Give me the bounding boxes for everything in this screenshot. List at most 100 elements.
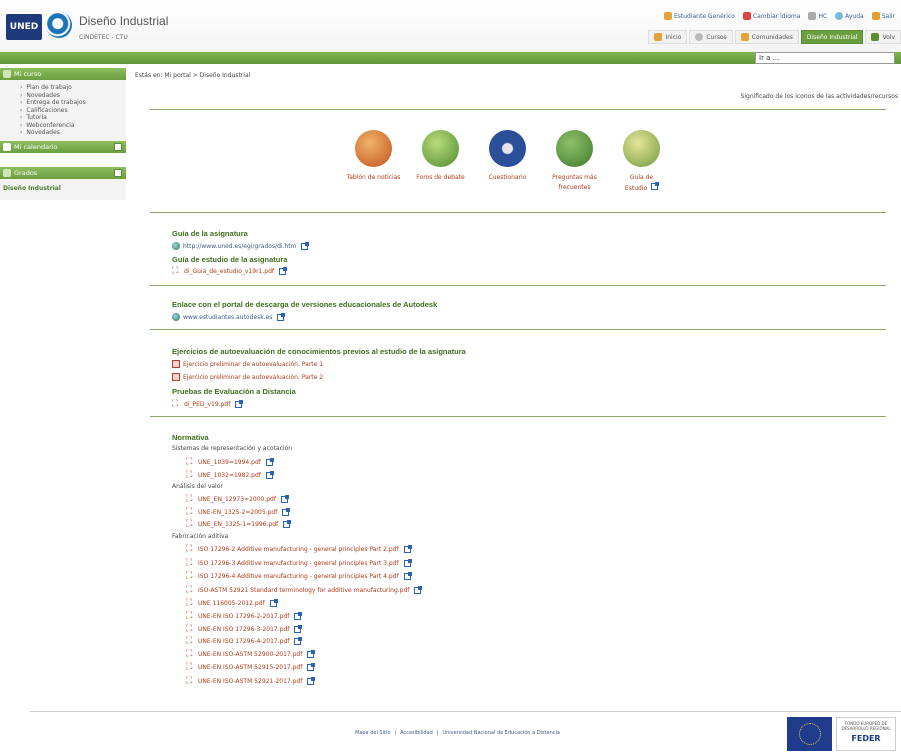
exit-icon bbox=[871, 12, 880, 20]
back-icon bbox=[871, 33, 880, 41]
tool-forum[interactable]: Foros de debate bbox=[407, 130, 474, 194]
normativa-file[interactable]: ⛶ UNE-EN ISO-ASTM 52915-2017.pdf bbox=[186, 662, 316, 672]
globe-icon bbox=[172, 242, 180, 250]
help-link[interactable]: Ayuda bbox=[835, 12, 864, 20]
forum-icon bbox=[422, 130, 459, 167]
mi-curso-header[interactable]: Mi curso bbox=[0, 68, 126, 80]
external-link-icon bbox=[403, 558, 412, 567]
grados-block: Grados Diseño Industrial bbox=[0, 166, 126, 200]
guia-estudio-file[interactable]: ⛶ di_Guia_de_estudio_v19r1.pdf bbox=[172, 266, 287, 276]
goto-select[interactable]: Ir a ... bbox=[755, 52, 895, 64]
mi-calendario-header[interactable]: Mi calendario bbox=[0, 140, 126, 153]
footer-separator: | bbox=[394, 730, 397, 736]
subhead-analisis: Análisis del valor bbox=[172, 483, 223, 490]
normativa-file[interactable]: ⛶ UNE-EN ISO-ASTM 52921-2017.pdf bbox=[186, 676, 316, 686]
document-icon bbox=[172, 360, 180, 368]
user-link[interactable]: Estudiante Genérico bbox=[663, 12, 735, 20]
normativa-file[interactable]: ⛶ UNE-EN ISO 17296-2-2017.pdf bbox=[186, 611, 303, 621]
ejercicio-1[interactable]: Ejercicio preliminar de autoevaluación. … bbox=[172, 360, 323, 368]
autodesk-link[interactable]: www.estudiantes.autodesk.es bbox=[172, 312, 286, 321]
faq-icon bbox=[556, 130, 593, 167]
subhead-representacion: Sistemas de representación y acotación bbox=[172, 445, 293, 452]
pdf-icon: ⛶ bbox=[186, 598, 193, 608]
flag-icon bbox=[742, 12, 751, 20]
external-link-icon bbox=[301, 241, 310, 250]
site-subtitle: CINDETEC - CTU bbox=[79, 34, 128, 41]
external-link-icon bbox=[265, 457, 274, 466]
pdf-icon: ⛶ bbox=[186, 494, 193, 504]
normativa-file[interactable]: ⛶ UNE 116005-2012.pdf bbox=[186, 598, 278, 608]
grados-header[interactable]: Grados bbox=[0, 166, 126, 179]
normativa-file[interactable]: ⛶ UNE_EN_1325-1=1996.pdf bbox=[186, 519, 292, 529]
mi-curso-list: Plan de trabajo Novedades Entrega de tra… bbox=[0, 80, 126, 141]
normativa-file[interactable]: ⛶ UNE-EN ISO-ASTM 52900-2017.pdf bbox=[186, 649, 316, 659]
pdf-icon: ⛶ bbox=[186, 649, 193, 659]
icons-meaning-link[interactable]: Significado de los iconos de las activid… bbox=[741, 93, 898, 100]
tool-study-guide[interactable]: Guía de Estudio bbox=[608, 130, 675, 194]
pdf-icon: ⛶ bbox=[172, 266, 179, 276]
sidebar-item-webconferencia[interactable]: Webconferencia bbox=[20, 122, 126, 130]
tool-news[interactable]: Tablón de noticias bbox=[340, 130, 407, 194]
tool-quiz[interactable]: Cuestionario bbox=[474, 130, 541, 194]
normativa-file[interactable]: ⛶ ISO 17296-4 Additive manufacturing - ge… bbox=[186, 571, 412, 581]
uned-logo[interactable]: UNED bbox=[6, 14, 42, 40]
calendar-icon bbox=[3, 142, 11, 151]
tab-volver[interactable]: Volv bbox=[865, 30, 901, 44]
news-board-icon bbox=[355, 130, 392, 167]
normativa-file[interactable]: ⛶ UNE_EN_12973=2000.pdf bbox=[186, 494, 289, 504]
sidebar-item-plan[interactable]: Plan de trabajo bbox=[20, 84, 126, 92]
guia-link[interactable]: http://www.uned.es/egi/grados/di.htm bbox=[172, 241, 310, 250]
pdf-icon: ⛶ bbox=[186, 519, 193, 529]
ejercicio-2[interactable]: Ejercicio preliminar de autoevaluación. … bbox=[172, 373, 323, 381]
tool-faq[interactable]: Preguntas más frecuentes bbox=[541, 130, 608, 194]
section-autodesk-title: Enlace con el portal de descarga de vers… bbox=[172, 300, 438, 309]
tab-cursos[interactable]: Cursos bbox=[689, 30, 733, 44]
sidebar: Mi curso Plan de trabajo Novedades Entre… bbox=[0, 68, 126, 210]
collapse-icon[interactable] bbox=[114, 168, 122, 177]
hc-link[interactable]: HC bbox=[808, 12, 827, 20]
tab-inicio[interactable]: Inicio bbox=[648, 30, 688, 44]
normativa-file[interactable]: ⛶ UNE-EN ISO 17296-4-2017.pdf bbox=[186, 636, 303, 646]
header: UNED Diseño Industrial CINDETEC - CTU Es… bbox=[0, 0, 901, 52]
language-link[interactable]: Cambiar idioma bbox=[742, 12, 800, 20]
external-link-icon bbox=[277, 312, 286, 321]
footer-link-mapa[interactable]: Mapa del Sitio bbox=[355, 730, 390, 736]
pdf-icon: ⛶ bbox=[186, 470, 193, 480]
tab-diseno-industrial[interactable]: Diseño Industrial bbox=[800, 30, 864, 44]
external-link-icon bbox=[294, 611, 303, 620]
normativa-file[interactable]: ⛶ ISO-ASTM 52921 Standard terminology for… bbox=[186, 585, 423, 595]
external-link-icon bbox=[279, 266, 287, 275]
sidebar-item-entrega[interactable]: Entrega de trabajos bbox=[20, 99, 126, 107]
tab-comunidades[interactable]: Comunidades bbox=[734, 30, 799, 44]
divider bbox=[150, 109, 886, 110]
mi-curso-block: Mi curso Plan de trabajo Novedades Entre… bbox=[0, 68, 126, 153]
normativa-file[interactable]: ⛶ UNE-EN_1325-2=2005.pdf bbox=[186, 507, 291, 517]
sidebar-item-tutoria[interactable]: Tutoría bbox=[20, 114, 126, 122]
sidebar-item-calificaciones[interactable]: Calificaciones bbox=[20, 107, 126, 115]
pruebas-file[interactable]: ⛶ di_PED_v19.pdf bbox=[172, 399, 244, 409]
normativa-file[interactable]: ⛶ UNE-EN ISO 17296-3-2017.pdf bbox=[186, 624, 303, 634]
normativa-file[interactable]: ⛶ ISO 17296-2 Additive manufacturing - ge… bbox=[186, 544, 412, 554]
sidebar-item-novedades-2[interactable]: Novedades bbox=[20, 129, 126, 137]
logout-link[interactable]: Salir bbox=[871, 12, 895, 20]
footer-separator: | bbox=[436, 730, 439, 736]
footer-link-uned[interactable]: Universidad Nacional de Educación a Dist… bbox=[442, 730, 560, 736]
normativa-file[interactable]: ⛶ UNE_1039=1994.pdf bbox=[186, 457, 274, 467]
expand-icon[interactable] bbox=[114, 142, 122, 151]
normativa-file[interactable]: ⛶ ISO 17296-3 Additive manufacturing - ge… bbox=[186, 558, 412, 568]
divider bbox=[150, 416, 886, 417]
normativa-file[interactable]: ⛶ UNE_1032=1982.pdf bbox=[186, 470, 274, 480]
pdf-icon: ⛶ bbox=[186, 636, 193, 646]
external-link-icon bbox=[282, 507, 291, 516]
footer-link-accesibilidad[interactable]: Accesibilidad bbox=[400, 730, 433, 736]
document-icon bbox=[172, 373, 180, 381]
grados-link-diseno[interactable]: Diseño Industrial bbox=[0, 179, 126, 192]
site-title: Diseño Industrial bbox=[79, 14, 169, 28]
divider bbox=[150, 212, 886, 213]
home-icon bbox=[654, 33, 663, 41]
pdf-icon: ⛶ bbox=[186, 571, 193, 581]
pdf-icon: ⛶ bbox=[186, 457, 193, 467]
divider bbox=[150, 285, 886, 286]
divider bbox=[150, 329, 886, 330]
sidebar-item-novedades[interactable]: Novedades bbox=[20, 92, 126, 100]
